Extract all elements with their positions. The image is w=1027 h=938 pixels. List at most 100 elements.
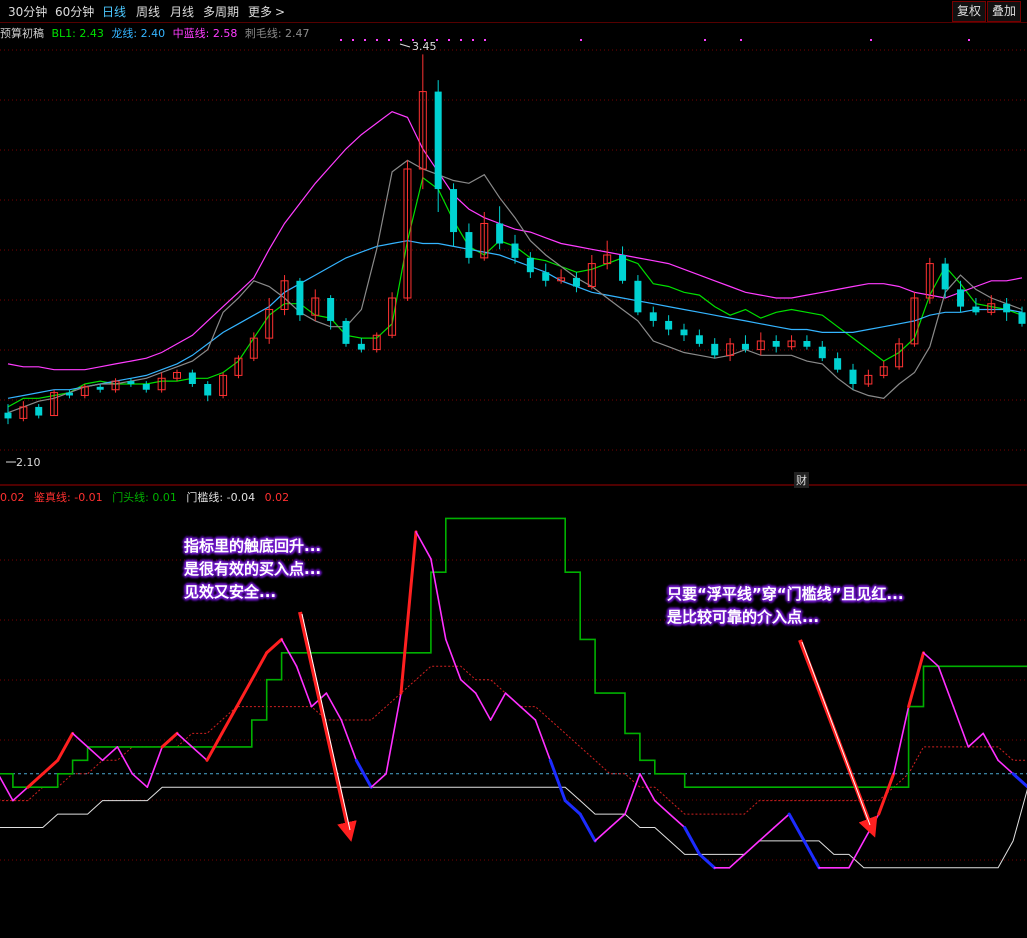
jianzhen-segment — [474, 692, 492, 721]
candle-body — [680, 329, 688, 336]
jianzhen-segment — [86, 746, 104, 762]
annotation-cross-threshold: 只要“浮平线”穿“门槛线”且见红... 是比较可靠的介入点... — [667, 583, 904, 629]
signal-dot — [400, 39, 402, 41]
candle-body — [1018, 312, 1026, 324]
lower-legend: 0.02 鉴真线: -0.01 门头线: 0.01 门槛线: -0.04 0.0… — [0, 489, 289, 505]
candle-body — [542, 272, 550, 281]
tab-monthly[interactable]: 月线 — [170, 3, 194, 20]
jianzhen-segment — [459, 678, 477, 694]
tab-more[interactable]: 更多 > — [248, 3, 285, 20]
signal-dot — [376, 39, 378, 41]
jianzhen-segment — [624, 772, 641, 815]
jianzhen-segment — [235, 678, 254, 709]
jianzhen-segment — [399, 530, 418, 695]
legend-mentou-line: 门头线: 0.01 — [112, 491, 177, 504]
legend-jianzhen-line: 鉴真线: -0.01 — [34, 491, 103, 504]
signal-dot — [740, 39, 742, 41]
jianzhen-segment — [41, 758, 60, 776]
candle-body — [142, 384, 150, 390]
candle-body — [772, 341, 780, 347]
annotation-line: 指标里的触底回升... — [184, 537, 322, 555]
tab-daily[interactable]: 日线 — [102, 3, 126, 20]
candle-body — [834, 358, 842, 370]
legend-mentou-label: 门头线: — [112, 491, 149, 504]
annotation-arrows — [298, 611, 878, 842]
door-head-line — [0, 517, 1027, 789]
jianzhen-segment — [1011, 772, 1027, 789]
signal-dot — [968, 39, 970, 41]
legend-thorn-label: 刺毛线: — [244, 27, 282, 40]
candle-body — [695, 335, 703, 344]
period-toolbar: 30分钟 60分钟 日线 周线 月线 多周期 更多 > 复权 叠加 — [0, 0, 1027, 23]
jianzhen-segment — [773, 813, 791, 829]
upper-legend: 预算初稿 BL1: 2.43 龙线: 2.40 中蓝线: 2.58 刺毛线: 2… — [0, 25, 310, 41]
indicator-name: 预算初稿 — [0, 27, 44, 40]
legend-mid-blue-label: 中蓝线: — [172, 27, 210, 40]
legend-jianzhen-value: -0.01 — [74, 491, 103, 504]
candle-body — [342, 320, 350, 344]
jianzhen-segment — [295, 665, 313, 708]
series-line-龙线 — [7, 240, 1023, 399]
legend-threshold-label: 门槛线: — [186, 491, 224, 504]
jianzhen-segment — [609, 813, 626, 829]
legend-jianzhen-label: 鉴真线: — [34, 491, 71, 504]
jianzhen-segment — [415, 531, 432, 560]
tab-multi-period[interactable]: 多周期 — [203, 3, 239, 20]
jianzhen-segment — [683, 826, 702, 856]
candle-body — [496, 223, 504, 244]
jianzhen-segment — [340, 719, 358, 762]
candle-body — [711, 343, 719, 356]
grid-lines — [0, 49, 1027, 861]
candle-body — [434, 91, 442, 190]
legend-mid-blue-line: 中蓝线: 2.58 — [173, 27, 238, 40]
candle-body — [572, 277, 580, 287]
candle-body — [465, 232, 473, 258]
jianzhen-segment — [997, 759, 1014, 775]
signal-dot — [870, 39, 872, 41]
overlay-button[interactable]: 叠加 — [987, 1, 1022, 22]
jianzhen-segment — [519, 705, 537, 721]
jianzhen-segment — [430, 557, 447, 641]
tab-30min[interactable]: 30分钟 — [8, 3, 47, 20]
indicator-panel — [0, 517, 1027, 870]
jianzhen-segment — [191, 746, 208, 762]
signal-dot — [704, 39, 706, 41]
legend-dragon-value: 2.40 — [140, 27, 166, 40]
candle-body — [511, 243, 519, 258]
stock-chart-canvas[interactable] — [0, 0, 1027, 938]
annotation-line: 见效又安全... — [184, 583, 277, 601]
jianzhen-segment — [220, 705, 239, 735]
candle-body — [526, 257, 534, 273]
candle-body — [96, 386, 104, 390]
jianzhen-segment — [743, 840, 761, 856]
signal-dot — [352, 39, 354, 41]
restore-rights-button[interactable]: 复权 — [952, 1, 987, 22]
jianzhen-segment — [504, 692, 522, 708]
jianzhen-segment — [578, 812, 597, 843]
jianzhen-segment — [787, 812, 806, 843]
jianzhen-segment — [101, 746, 119, 762]
tab-more-label: 更多 — [248, 5, 273, 19]
candle-body — [741, 343, 749, 350]
jianzhen-segment — [12, 786, 29, 802]
candle-body — [649, 312, 657, 321]
financial-report-marker[interactable]: 财 — [794, 472, 809, 488]
high-price-label: 3.45 — [412, 40, 437, 53]
tab-weekly[interactable]: 周线 — [136, 3, 160, 20]
jianzhen-segment — [563, 799, 582, 816]
candle-body — [450, 189, 458, 233]
candle-body — [957, 289, 965, 307]
candle-body — [204, 384, 212, 396]
annotation-line: 只要“浮平线”穿“门槛线”且见红... — [667, 585, 904, 603]
jianzhen-segment — [489, 692, 507, 721]
signal-dot — [340, 39, 342, 41]
candle-body — [327, 298, 335, 321]
jianzhen-segment — [71, 732, 89, 748]
signal-dot — [484, 39, 486, 41]
tab-60min[interactable]: 60分钟 — [55, 3, 94, 20]
jianzhen-segment — [668, 813, 686, 829]
jianzhen-segment — [892, 705, 910, 775]
jianzhen-segment — [370, 772, 387, 789]
jianzhen-segment — [0, 775, 14, 802]
candle-body — [941, 263, 949, 290]
